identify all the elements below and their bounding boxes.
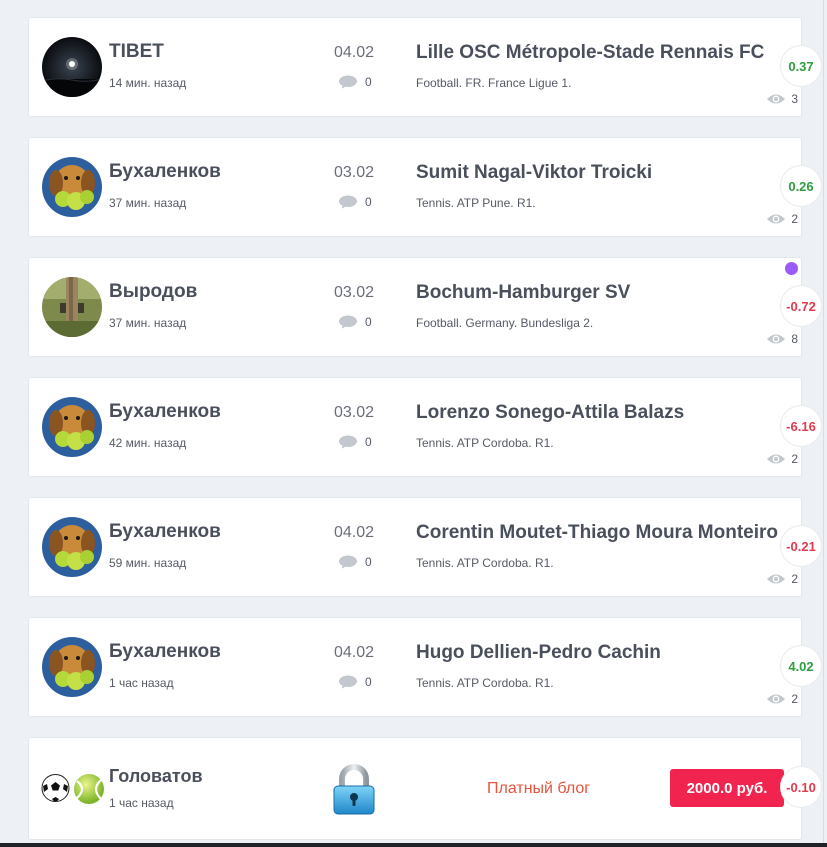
post-card[interactable]: Бухаленков 42 мин. назад 03.02 0 Lorenzo Son… xyxy=(28,377,802,477)
event-date: 04.02 xyxy=(333,44,375,61)
league-info: Football. FR. France Ligue 1. xyxy=(416,76,572,90)
post-card[interactable]: Выродов 37 мин. назад 03.02 0 Bochum-Hamburg… xyxy=(28,257,802,357)
event-date: 03.02 xyxy=(333,284,375,301)
post-card[interactable]: Бухаленков 1 час назад 04.02 0 Hugo Dellien-… xyxy=(28,617,802,717)
comment-icon xyxy=(339,315,357,329)
league-info: Tennis. ATP Cordoba. R1. xyxy=(416,436,554,450)
league-info: Tennis. ATP Cordoba. R1. xyxy=(416,676,554,690)
eye-icon xyxy=(767,694,786,704)
eye-icon xyxy=(767,574,786,584)
post-time: 42 мин. назад xyxy=(109,436,187,450)
profit-badge: -0.21 xyxy=(780,525,822,567)
views-counter: 2 xyxy=(766,452,798,466)
lock-icon xyxy=(333,764,375,815)
post-time: 1 час назад xyxy=(109,796,174,810)
eye-icon xyxy=(767,214,786,224)
view-count: 2 xyxy=(791,692,798,706)
comments-link[interactable]: 0 xyxy=(338,674,372,690)
eye-icon xyxy=(767,94,786,104)
profit-badge: 0.37 xyxy=(780,45,822,87)
avatar[interactable] xyxy=(42,397,102,457)
event-date: 04.02 xyxy=(333,524,375,541)
post-author[interactable]: Головатов xyxy=(109,766,203,787)
event-date: 04.02 xyxy=(333,644,375,661)
comments-link[interactable]: 0 xyxy=(338,74,372,90)
comment-count: 0 xyxy=(365,195,372,209)
post-time: 14 мин. назад xyxy=(109,76,187,90)
profit-badge: -0.72 xyxy=(780,285,822,327)
paid-post-card[interactable]: Головатов 1 час назад Платный блог 2000.… xyxy=(28,737,802,840)
comments-link[interactable]: 0 xyxy=(338,554,372,570)
price-button[interactable]: 2000.0 руб. xyxy=(670,769,784,807)
bottom-bar xyxy=(0,843,827,847)
view-count: 8 xyxy=(791,332,798,346)
match-title[interactable]: Lorenzo Sonego-Attila Balazs xyxy=(416,402,684,424)
post-author[interactable]: Бухаленков xyxy=(109,641,221,663)
avatar[interactable] xyxy=(42,277,102,337)
notification-dot xyxy=(785,262,798,275)
post-author[interactable]: Бухаленков xyxy=(109,161,221,183)
match-title[interactable]: Lille OSC Métropole-Stade Rennais FC xyxy=(416,42,764,64)
post-time: 1 час назад xyxy=(109,676,174,690)
posts-feed: TIBET 14 мин. назад 04.02 0 Lille OSC Métrop… xyxy=(0,0,827,847)
views-counter: 2 xyxy=(766,212,798,226)
eye-icon xyxy=(767,334,786,344)
post-author[interactable]: TIBET xyxy=(109,41,164,63)
view-count: 3 xyxy=(791,92,798,106)
comment-icon xyxy=(339,75,357,89)
views-counter: 2 xyxy=(766,692,798,706)
comment-icon xyxy=(339,195,357,209)
match-title[interactable]: Corentin Moutet-Thiago Moura Monteiro xyxy=(416,522,778,544)
post-author[interactable]: Бухаленков xyxy=(109,401,221,423)
post-author[interactable]: Бухаленков xyxy=(109,521,221,543)
view-count: 2 xyxy=(791,572,798,586)
views-counter: 3 xyxy=(766,92,798,106)
match-title[interactable]: Sumit Nagal-Viktor Troicki xyxy=(416,162,652,184)
comment-icon xyxy=(339,555,357,569)
comments-link[interactable]: 0 xyxy=(338,314,372,330)
post-card[interactable]: Бухаленков 59 мин. назад 04.02 0 Corentin Mo… xyxy=(28,497,802,597)
sport-icons xyxy=(41,769,105,809)
comment-count: 0 xyxy=(365,675,372,689)
comment-icon xyxy=(339,435,357,449)
avatar[interactable] xyxy=(42,517,102,577)
right-divider xyxy=(823,0,824,847)
soccer-ball-icon xyxy=(41,774,70,802)
comment-count: 0 xyxy=(365,75,372,89)
avatar[interactable] xyxy=(42,637,102,697)
comment-icon xyxy=(339,675,357,689)
post-time: 37 мин. назад xyxy=(109,196,187,210)
profit-badge: -0.10 xyxy=(780,766,822,808)
league-info: Football. Germany. Bundesliga 2. xyxy=(416,316,594,330)
post-time: 37 мин. назад xyxy=(109,316,187,330)
match-title[interactable]: Hugo Dellien-Pedro Cachin xyxy=(416,642,661,664)
match-title[interactable]: Bochum-Hamburger SV xyxy=(416,282,630,304)
comment-count: 0 xyxy=(365,555,372,569)
league-info: Tennis. ATP Pune. R1. xyxy=(416,196,536,210)
comments-link[interactable]: 0 xyxy=(338,434,372,450)
post-time: 59 мин. назад xyxy=(109,556,187,570)
avatar[interactable] xyxy=(42,157,102,217)
post-card[interactable]: Бухаленков 37 мин. назад 03.02 0 Sumit Nagal… xyxy=(28,137,802,237)
view-count: 2 xyxy=(791,212,798,226)
comment-count: 0 xyxy=(365,435,372,449)
tennis-ball-icon xyxy=(74,774,104,804)
views-counter: 2 xyxy=(766,572,798,586)
avatar[interactable] xyxy=(42,37,102,97)
eye-icon xyxy=(767,454,786,464)
views-counter: 8 xyxy=(766,332,798,346)
event-date: 03.02 xyxy=(333,404,375,421)
post-author[interactable]: Выродов xyxy=(109,281,197,303)
profit-badge: 4.02 xyxy=(780,645,822,687)
league-info: Tennis. ATP Cordoba. R1. xyxy=(416,556,554,570)
comment-count: 0 xyxy=(365,315,372,329)
post-card[interactable]: TIBET 14 мин. назад 04.02 0 Lille OSC Métrop… xyxy=(28,17,802,117)
profit-badge: 0.26 xyxy=(780,165,822,207)
event-date: 03.02 xyxy=(333,164,375,181)
view-count: 2 xyxy=(791,452,798,466)
profit-badge: -6.16 xyxy=(780,405,822,447)
paid-blog-label[interactable]: Платный блог xyxy=(487,780,590,798)
comments-link[interactable]: 0 xyxy=(338,194,372,210)
